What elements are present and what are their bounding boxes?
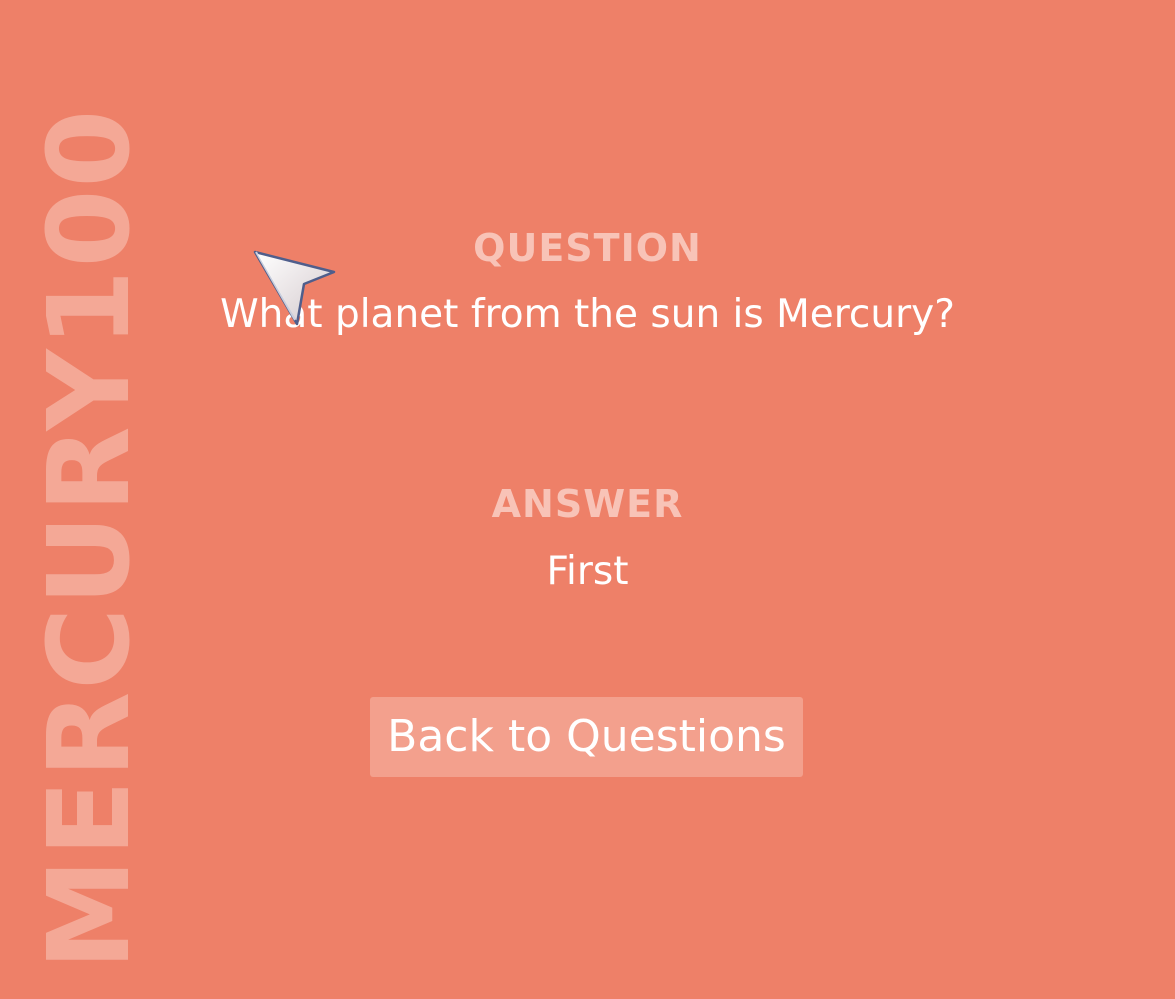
question-detail-panel: QUESTION What planet from the sun is Mer…: [0, 0, 1175, 999]
question-text: What planet from the sun is Mercury?: [220, 292, 955, 337]
back-to-questions-button[interactable]: Back to Questions: [370, 697, 803, 777]
answer-heading: ANSWER: [491, 482, 684, 526]
pointer-cursor-icon: [253, 250, 336, 326]
question-heading: QUESTION: [473, 226, 702, 270]
answer-text: First: [546, 549, 629, 594]
